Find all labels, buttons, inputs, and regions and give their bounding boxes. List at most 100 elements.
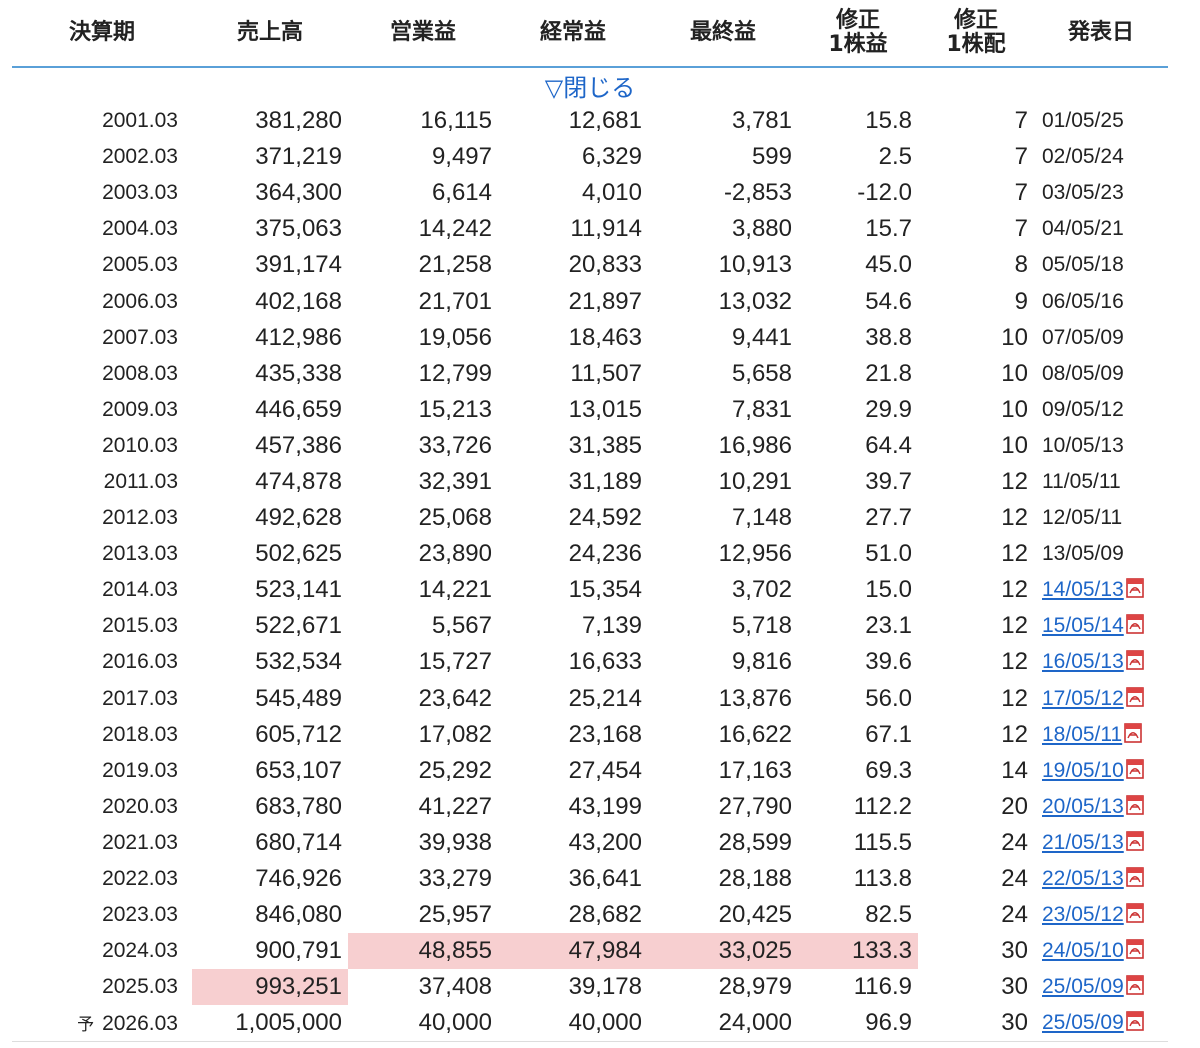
- date-link[interactable]: 17/05/12: [1042, 687, 1124, 710]
- cell-eps: 112.2: [853, 792, 912, 820]
- cell-net: 16,622: [718, 720, 792, 748]
- cell-sales: 545,489: [255, 684, 342, 712]
- cell-sales: 381,280: [255, 107, 342, 135]
- date-link[interactable]: 19/05/10: [1042, 759, 1124, 782]
- cell-sales: 457,386: [255, 431, 342, 459]
- date-link[interactable]: 25/05/09: [1042, 1011, 1124, 1034]
- collapse-toggle[interactable]: ▽閉じる: [545, 74, 635, 102]
- cell-div: 8: [1014, 251, 1028, 279]
- cell-ordinary: 36,641: [568, 865, 642, 893]
- cell-ordinary: 23,168: [568, 720, 642, 748]
- cell-net: 12,956: [718, 540, 792, 568]
- pdf-icon[interactable]: [1125, 686, 1145, 707]
- date-link[interactable]: 21/05/13: [1042, 831, 1124, 854]
- date-link[interactable]: 22/05/13: [1042, 867, 1124, 890]
- table-row: 2013.03 502,625 23,890 24,236 12,956 51.0 12 13…: [12, 536, 1168, 572]
- cell-date: 16/05/13: [1034, 644, 1168, 680]
- table-row: 2016.03 532,534 15,727 16,633 9,816 39.6 12 16/…: [12, 644, 1168, 680]
- cell-eps: -12.0: [857, 179, 912, 207]
- cell-ordinary: 15,354: [568, 576, 642, 604]
- cell-date: 05/05/18: [1034, 247, 1168, 283]
- cell-operating: 12,799: [418, 359, 492, 387]
- pdf-icon[interactable]: [1125, 903, 1145, 923]
- cell-operating: 32,391: [418, 467, 492, 495]
- header-eps-line2: 1株益: [828, 32, 888, 57]
- date-link[interactable]: 15/05/14: [1042, 614, 1124, 637]
- cell-eps: 82.5: [865, 901, 912, 929]
- cell-operating: 21,258: [418, 251, 492, 279]
- cell-date: 19/05/10: [1034, 753, 1168, 789]
- pdf-icon[interactable]: [1125, 795, 1145, 815]
- cell-sales: 900,791: [255, 937, 342, 965]
- cell-eps: 64.4: [865, 431, 912, 459]
- cell-div: 20: [1001, 792, 1028, 820]
- pdf-icon[interactable]: [1125, 867, 1145, 887]
- cell-net: 7,148: [731, 504, 792, 532]
- cell-ordinary: 39,178: [568, 973, 642, 1001]
- table-row: 2015.03 522,671 5,567 7,139 5,718 23.1 12 15/05…: [12, 608, 1168, 644]
- cell-ordinary: 21,897: [568, 287, 642, 315]
- date-link[interactable]: 14/05/13: [1042, 578, 1124, 601]
- pdf-icon[interactable]: [1125, 1011, 1145, 1032]
- pdf-icon[interactable]: [1125, 578, 1145, 599]
- cell-eps: 27.7: [865, 504, 912, 532]
- date-link[interactable]: 24/05/10: [1042, 939, 1124, 962]
- cell-operating: 41,227: [418, 792, 492, 820]
- cell-date: 20/05/13: [1034, 789, 1168, 825]
- cell-eps: 45.0: [865, 251, 912, 279]
- cell-ordinary: 11,914: [570, 215, 642, 243]
- period-value: 2016.03: [102, 650, 178, 674]
- cell-ordinary: 13,015: [568, 395, 642, 423]
- cell-operating: 23,890: [418, 540, 492, 568]
- cell-net: 10,291: [718, 467, 792, 495]
- cell-date: 03/05/23: [1034, 175, 1168, 211]
- cell-eps: 133.3: [798, 933, 918, 970]
- cell-eps: 15.7: [865, 215, 912, 243]
- date-text: 13/05/09: [1042, 542, 1124, 566]
- pdf-icon[interactable]: [1125, 939, 1145, 960]
- cell-date: 10/05/13: [1034, 428, 1168, 464]
- cell-sales: 523,141: [255, 576, 342, 604]
- pdf-icon[interactable]: [1125, 614, 1145, 635]
- header-eps: 修正 1株益: [798, 0, 918, 67]
- cell-ordinary: 31,385: [568, 431, 642, 459]
- cell-date: 15/05/14: [1034, 608, 1168, 644]
- date-link[interactable]: 25/05/09: [1042, 975, 1124, 998]
- pdf-icon[interactable]: [1125, 975, 1145, 996]
- period-value: 2009.03: [102, 397, 178, 421]
- cell-operating: 33,726: [418, 431, 492, 459]
- date-text: 12/05/11: [1042, 506, 1123, 530]
- pdf-icon[interactable]: [1125, 650, 1145, 671]
- cell-operating: 14,242: [418, 215, 492, 243]
- pdf-icon[interactable]: [1125, 758, 1145, 779]
- cell-div: 24: [1001, 865, 1028, 893]
- date-link[interactable]: 20/05/13: [1042, 795, 1124, 818]
- cell-ordinary: 40,000: [498, 1005, 648, 1043]
- date-link[interactable]: 23/05/12: [1042, 903, 1124, 926]
- header-row: 決算期 売上高 営業益 経常益 最終益 修正 1株益 修正 1株配 発表日: [12, 0, 1168, 67]
- cell-sales: 653,107: [255, 756, 342, 784]
- cell-operating: 40,000: [348, 1005, 498, 1043]
- date-text: 03/05/23: [1042, 181, 1124, 205]
- pdf-icon[interactable]: [1125, 831, 1145, 851]
- period-value: 2017.03: [102, 686, 178, 710]
- cell-date: 17/05/12: [1034, 681, 1168, 717]
- cell-date: 09/05/12: [1034, 392, 1168, 428]
- cell-operating: 25,292: [418, 756, 492, 784]
- cell-operating: 17,082: [418, 720, 492, 748]
- date-link[interactable]: 18/05/11: [1042, 723, 1122, 746]
- table-row: 2012.03 492,628 25,068 24,592 7,148 27.7 12 12/…: [12, 500, 1168, 536]
- cell-net: 28,599: [718, 828, 792, 856]
- cell-date: 21/05/13: [1034, 825, 1168, 861]
- pdf-icon[interactable]: [1123, 722, 1143, 743]
- cell-date: 24/05/10: [1034, 933, 1168, 969]
- cell-period: 2001.03: [12, 103, 192, 139]
- cell-operating: 25,068: [418, 504, 492, 532]
- cell-net: 599: [751, 143, 792, 171]
- period-value: 2018.03: [102, 722, 178, 746]
- table-row: 2014.03 523,141 14,221 15,354 3,702 15.0 12 14/…: [12, 572, 1168, 608]
- cell-div: 7: [1014, 179, 1028, 207]
- cell-net: 3,880: [731, 215, 792, 243]
- cell-date: 11/05/11: [1034, 464, 1168, 500]
- date-link[interactable]: 16/05/13: [1042, 650, 1124, 673]
